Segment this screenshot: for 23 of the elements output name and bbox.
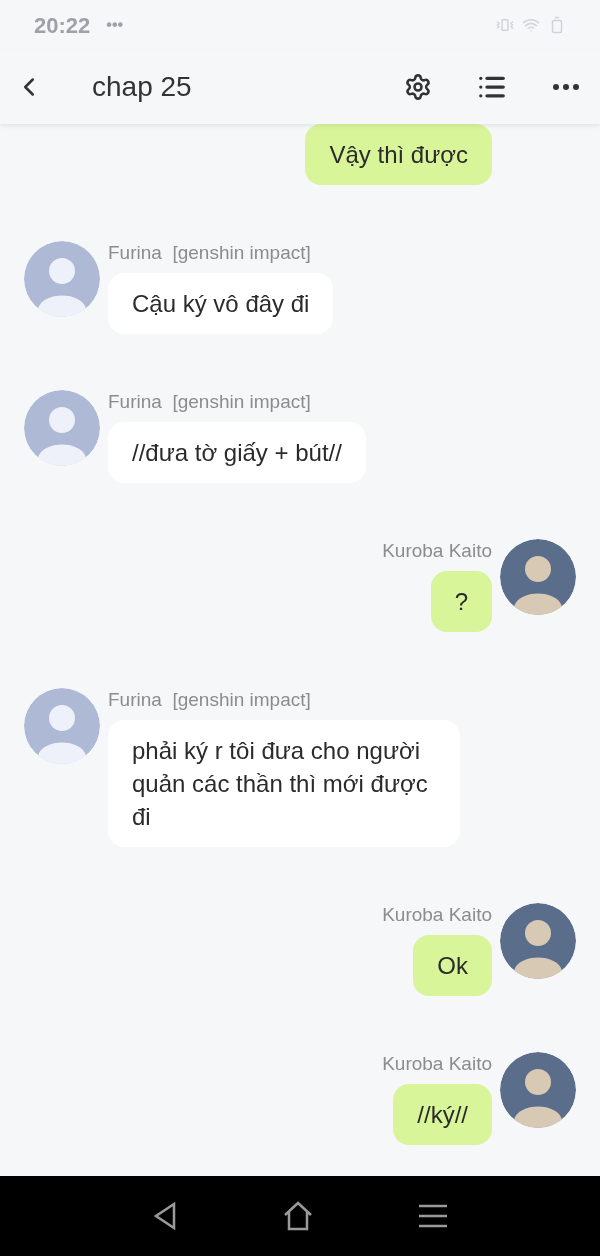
message-bubble: //ký//: [393, 1084, 492, 1145]
wifi-icon: [522, 16, 540, 34]
message-bubble: phải ký r tôi đưa cho người quản các thần thì mới được đi: [108, 720, 460, 847]
sender-name: Kuroba Kaito: [382, 903, 492, 927]
sender-name: Furina [genshin impact]: [108, 688, 311, 712]
message-bubble: //đưa tờ giấy + bút//: [108, 422, 366, 483]
home-icon[interactable]: [283, 1201, 313, 1231]
message-bubble: Cậu ký vô đây đi: [108, 273, 334, 334]
settings-icon: [404, 73, 432, 101]
chapter-title: chap 25: [92, 70, 192, 104]
message-bubble: Ok: [413, 935, 492, 996]
more-icon: [553, 84, 579, 90]
sender-name: Kuroba Kaito: [382, 1052, 492, 1076]
message-bubble: ?: [430, 571, 492, 632]
message-bubble: Vậy thì được: [305, 124, 492, 185]
sender-name: Furina [genshin impact]: [108, 241, 311, 265]
back-icon[interactable]: [153, 1202, 177, 1230]
menu-icon[interactable]: [419, 1204, 447, 1228]
vibrate-icon: [496, 16, 514, 34]
status-time: 20:22: [34, 11, 91, 40]
notification-dots: •••: [106, 15, 124, 35]
sender-name: Kuroba Kaito: [382, 539, 492, 563]
sender-name: Furina [genshin impact]: [108, 390, 311, 414]
